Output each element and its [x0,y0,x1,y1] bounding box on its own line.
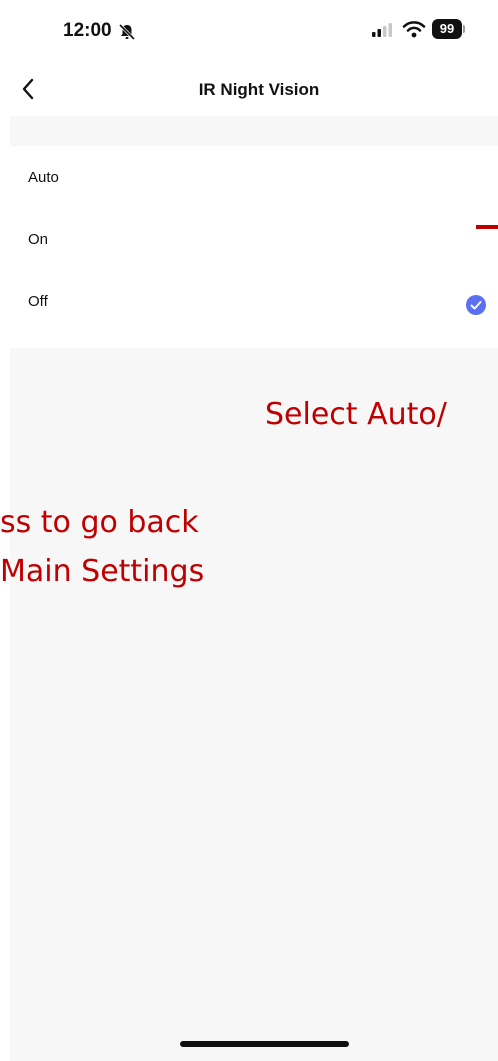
status-time: 12:00 [63,20,112,41]
page-title: IR Night Vision [198,80,320,99]
option-auto[interactable]: Auto [10,150,498,212]
annotation-arrow-line [476,225,498,229]
navigation-bar: IR Night Vision [0,64,498,116]
night-vision-options: Auto On Off [10,146,498,348]
battery-tip [463,25,465,33]
battery-icon: 99 [432,19,462,39]
checkmark-circle-icon [466,295,486,315]
option-label: Off [28,293,48,310]
option-on[interactable]: On [10,212,498,274]
wifi-icon [402,20,426,43]
annotation-select-hint: Select Auto/ [265,397,447,432]
home-indicator[interactable] [180,1041,349,1047]
option-label: On [28,231,49,248]
annotation-back-hint: ss to go back [0,505,199,540]
option-off[interactable]: Off [10,274,498,336]
option-label: Auto [28,169,59,186]
annotation-back-hint: Main Settings [0,554,205,589]
cellular-signal-icon [372,23,394,42]
status-bar: 12:00 99 [0,0,498,64]
bell-slash-icon [118,23,136,46]
